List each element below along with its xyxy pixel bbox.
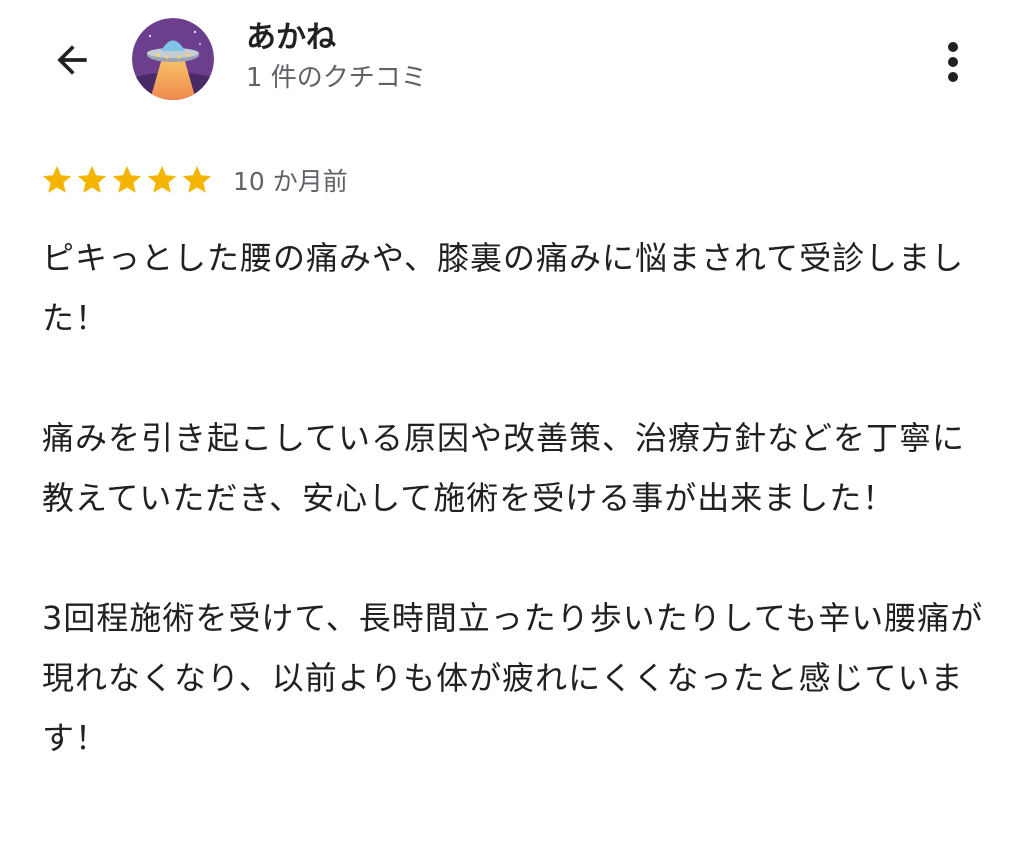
star-icon: [77, 165, 107, 193]
star-icon: [182, 165, 212, 193]
star-rating: [40, 163, 215, 197]
arrow-left-icon: [57, 45, 87, 75]
review-paragraph: 3回程施術を受けて、長時間立ったり歩いたりしても辛い腰痛が現れなくなり、以前より…: [42, 599, 984, 757]
review-date: 10 か月前: [233, 167, 348, 196]
more-options-button[interactable]: [928, 32, 978, 92]
back-button[interactable]: [42, 30, 102, 90]
review-text: ピキっとした腰の痛みや、膝裏の痛みに悩まされて受診しました！ 痛みを引き起こして…: [42, 228, 992, 828]
rating-row: 10 か月前: [40, 160, 348, 200]
more-vert-icon: [948, 42, 958, 82]
review-paragraph: 痛みを引き起こしている原因や改善策、治療方針などを丁寧に教えていただき、安心して…: [42, 419, 966, 517]
star-icon: [112, 165, 142, 193]
review-paragraph: ピキっとした腰の痛みや、膝裏の痛みに悩まされて受診しました！: [42, 239, 965, 337]
review-count: 1 件のクチコミ: [246, 63, 427, 93]
ufo-avatar-icon: [132, 18, 214, 100]
star-icon: [42, 165, 72, 193]
reviewer-name[interactable]: あかね: [246, 18, 336, 58]
review-header: あかね 1 件のクチコミ: [0, 0, 1024, 130]
star-icon: [147, 165, 177, 193]
avatar[interactable]: [132, 18, 214, 100]
